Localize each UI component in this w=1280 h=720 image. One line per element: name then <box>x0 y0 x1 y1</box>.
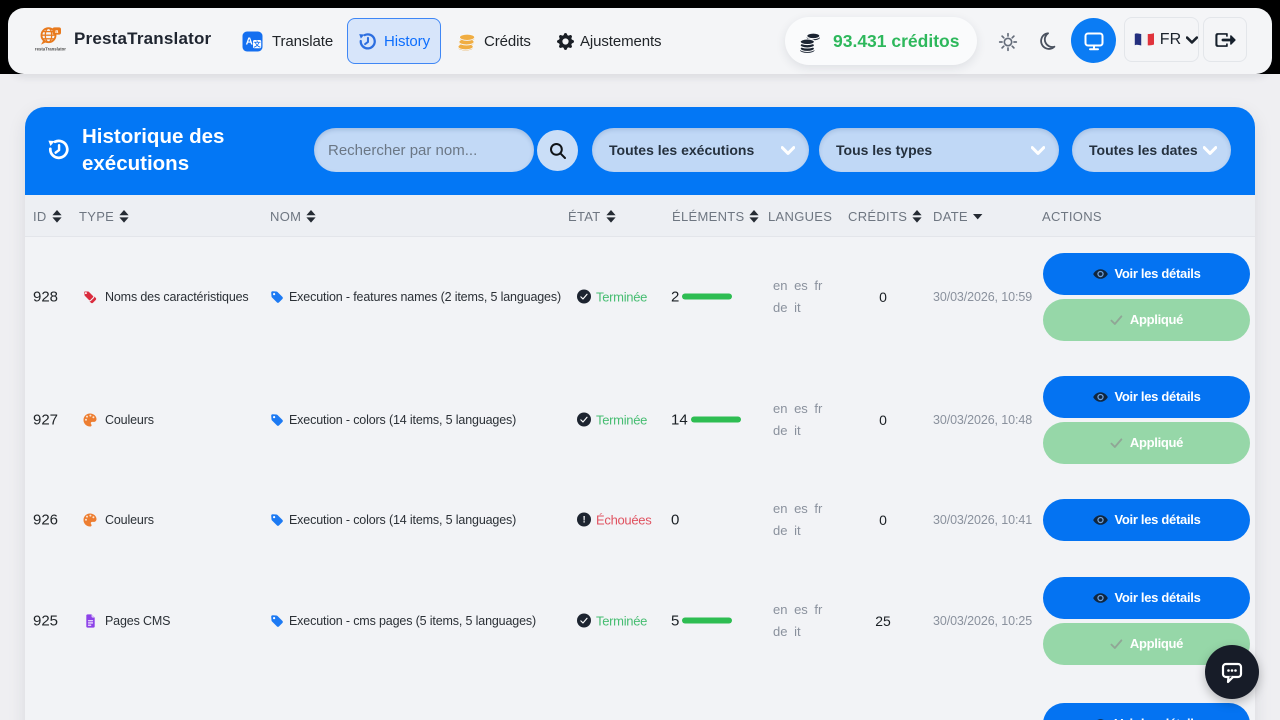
svg-text:PrestaTranslator: PrestaTranslator <box>35 47 66 52</box>
svg-text:A: A <box>246 36 253 47</box>
svg-text:文: 文 <box>254 39 262 48</box>
